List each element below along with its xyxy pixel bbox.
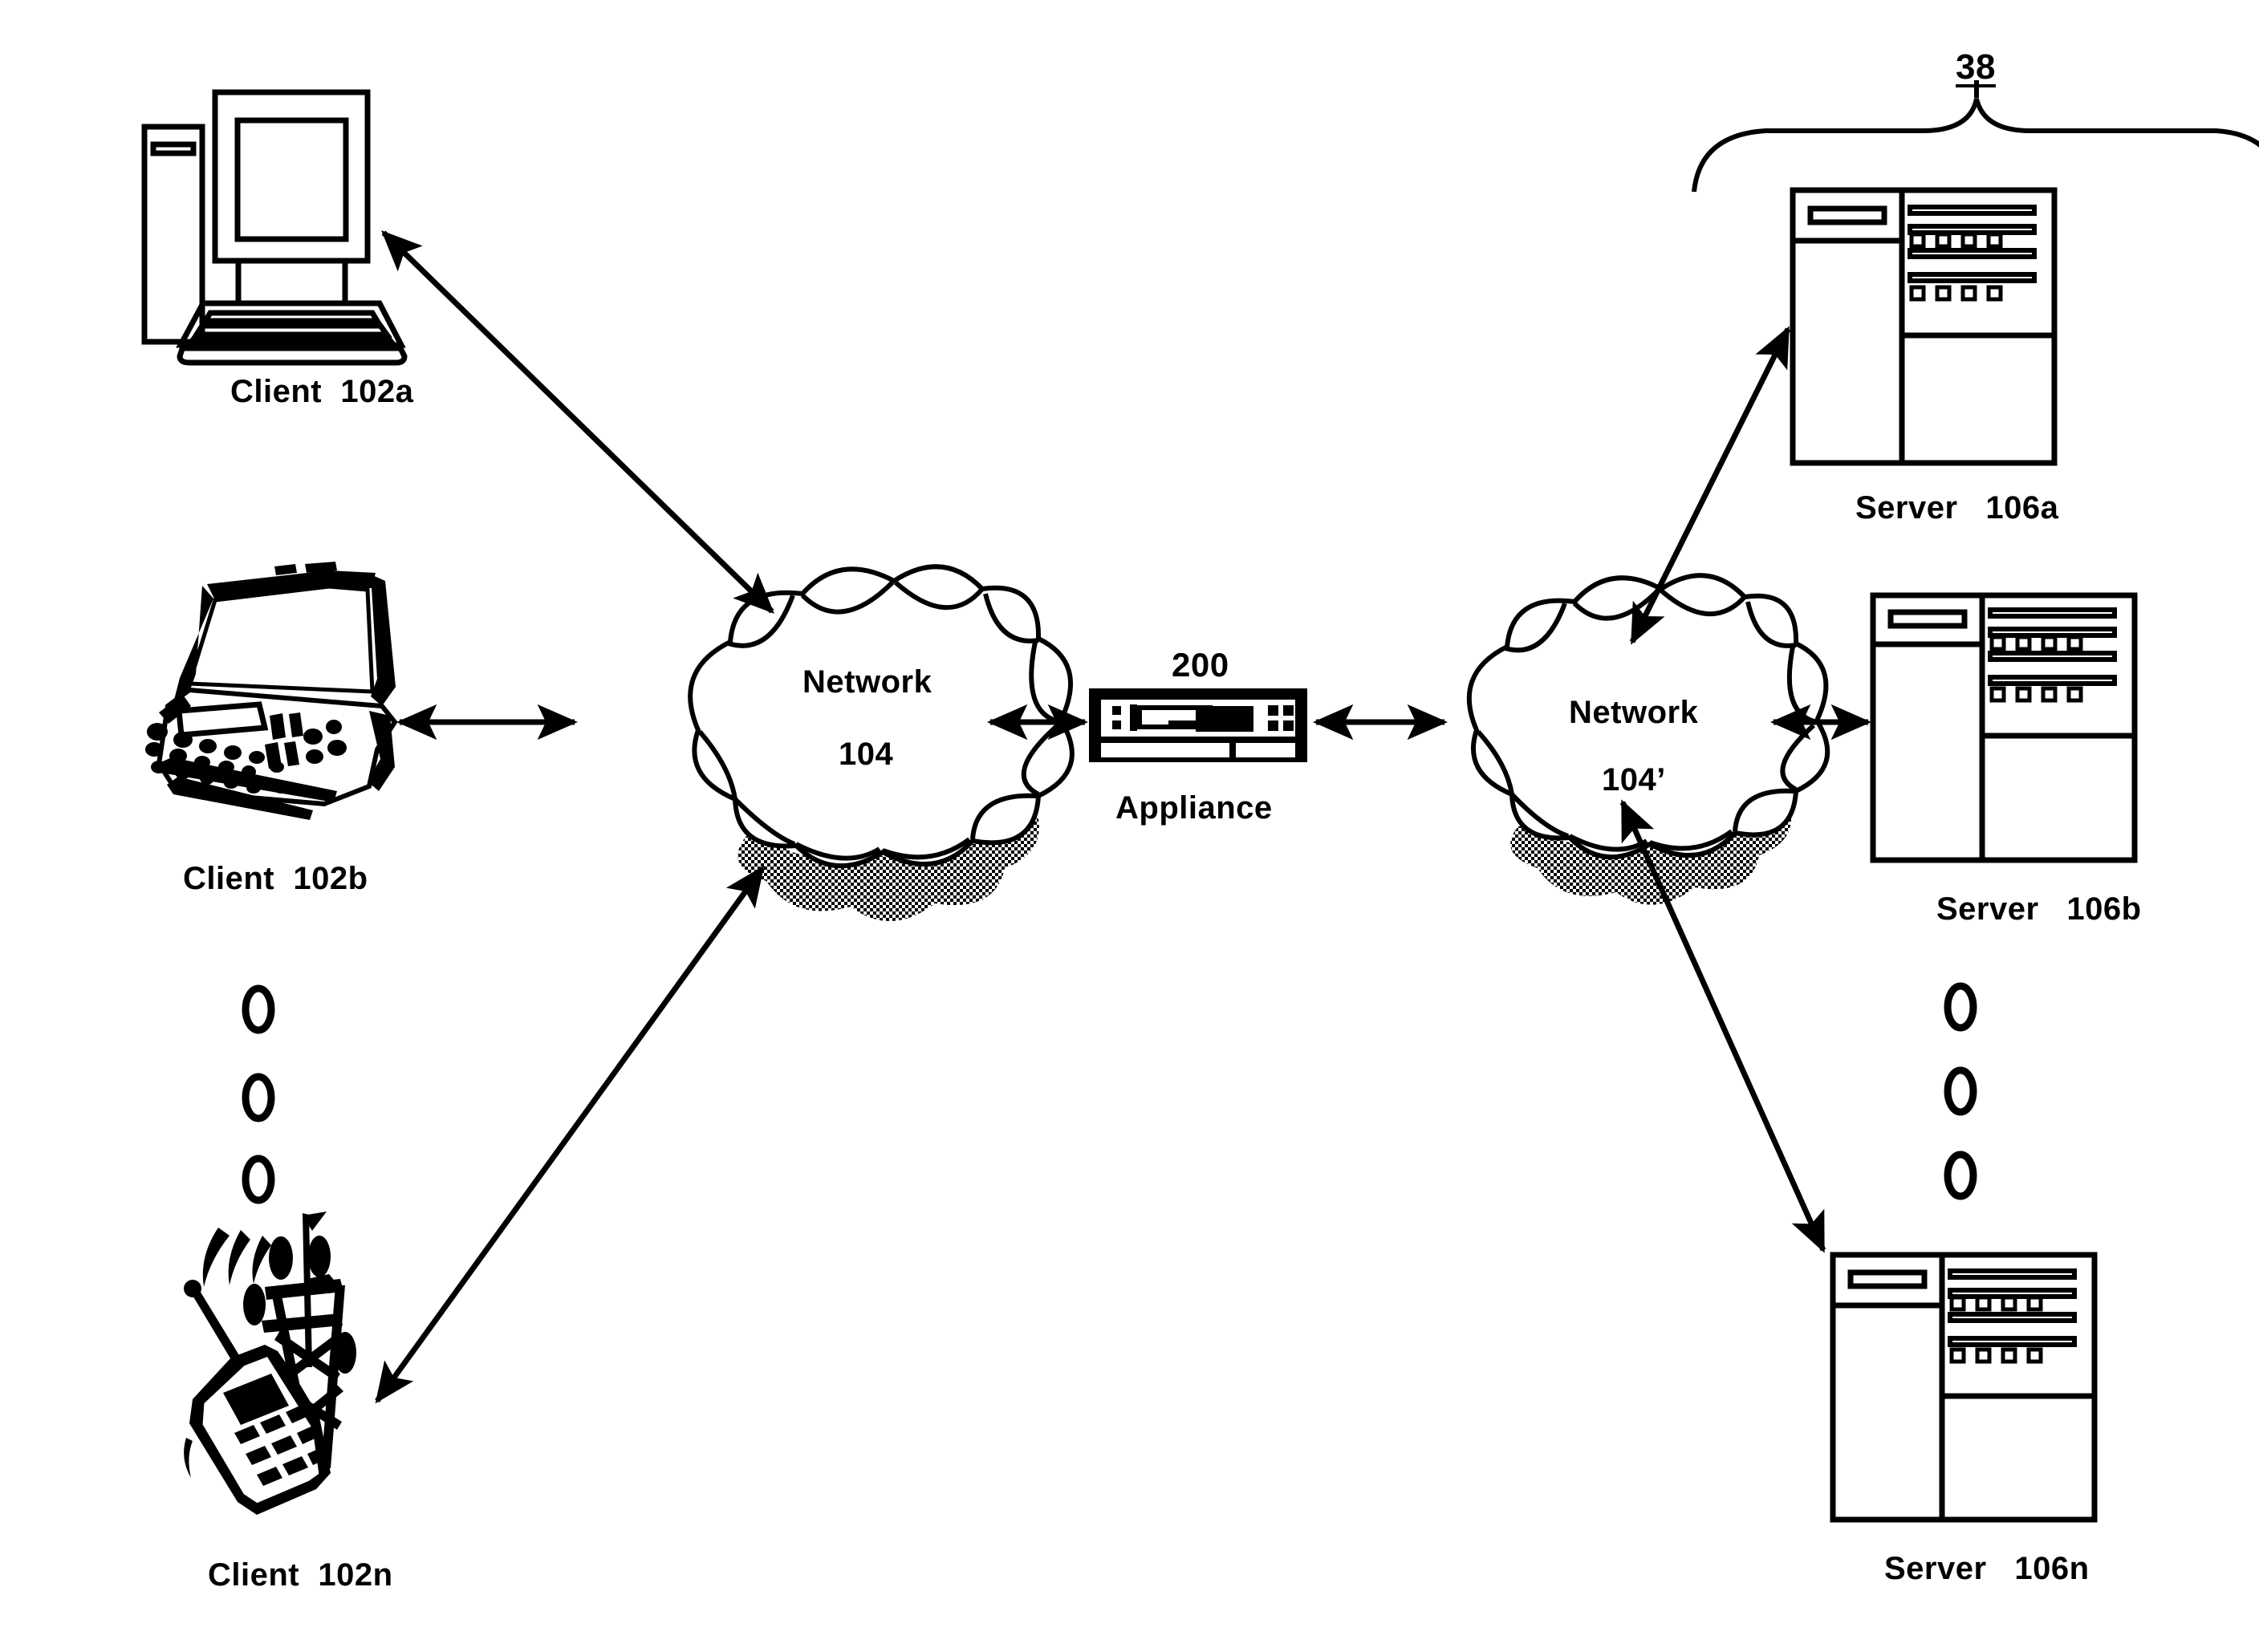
appliance-icon — [1089, 688, 1307, 762]
server-group-brace — [1692, 80, 2259, 193]
client-102a-label: Client 102a — [230, 374, 414, 409]
server-icon-106a — [1790, 187, 2058, 466]
client-102n-label: Client 102n — [208, 1557, 393, 1593]
network-104-name: Network — [802, 664, 932, 700]
appliance-label: Appliance — [1115, 790, 1273, 826]
network-104-prime-ref: 104’ — [1602, 762, 1666, 798]
mobile-phone-tower-icon — [184, 1212, 356, 1515]
laptop-computer-icon — [145, 562, 398, 820]
client-list-ellipsis — [242, 984, 275, 1204]
server-106n-label: Server 106n — [1884, 1551, 2090, 1586]
server-icon-106n — [1830, 1252, 2098, 1523]
server-icon-106b — [1870, 592, 2138, 863]
link-client102a-network104 — [381, 230, 774, 614]
network-104-prime-name: Network — [1569, 695, 1699, 730]
network-diagram-canvas — [141, 80, 2259, 1523]
appliance-reference-200: 200 — [1172, 646, 1229, 684]
server-106a-label: Server 106a — [1855, 490, 2059, 526]
server-106b-label: Server 106b — [1936, 891, 2142, 927]
group-reference-38: 38 — [1956, 47, 1996, 87]
server-list-ellipsis — [1944, 982, 1977, 1200]
network-104-ref: 104 — [839, 737, 894, 772]
desktop-computer-icon — [141, 89, 408, 366]
client-102b-label: Client 102b — [183, 861, 368, 896]
patent-figure: 38 Client 102a Client 102b Client 102n N… — [0, 0, 2259, 1652]
link-client102n-network104 — [375, 865, 765, 1404]
